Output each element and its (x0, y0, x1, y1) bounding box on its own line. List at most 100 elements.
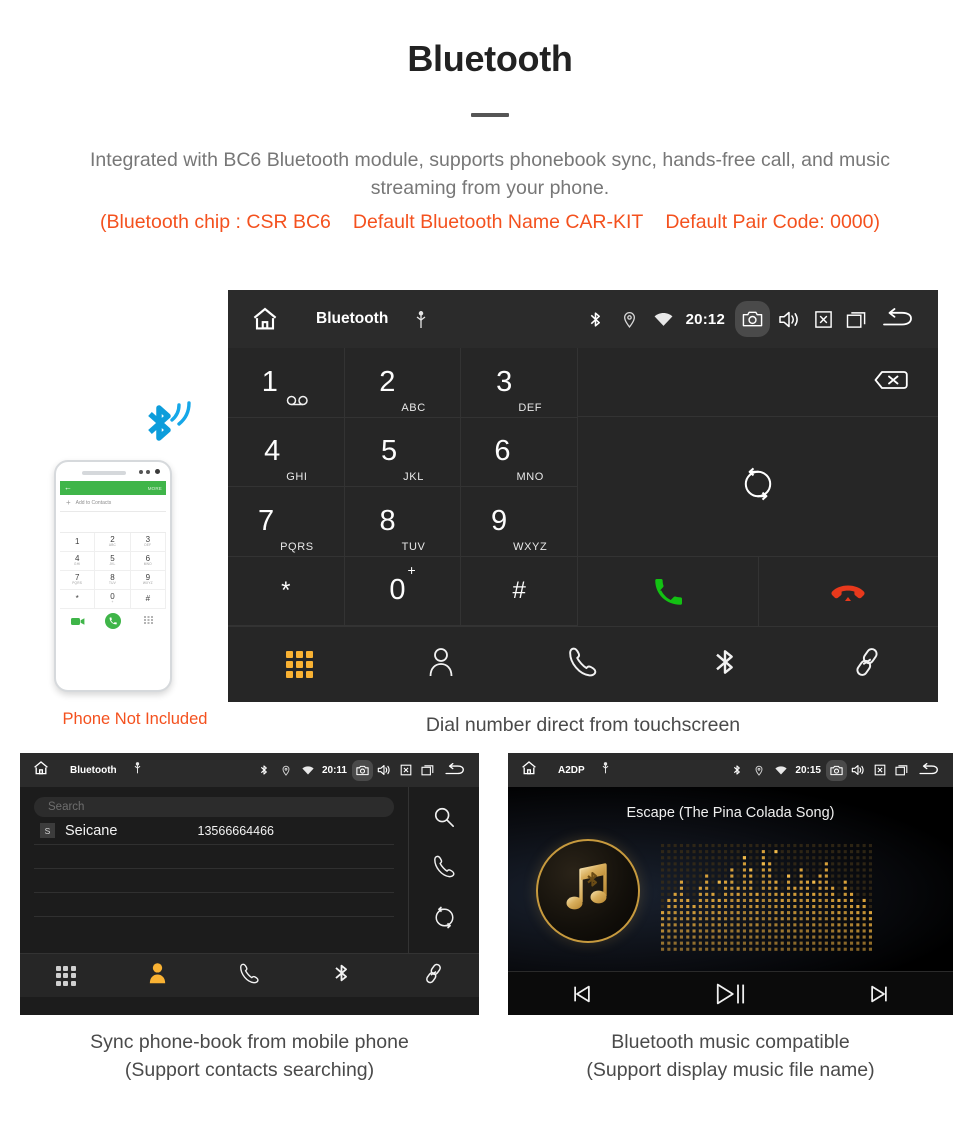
search-input[interactable]: Search (34, 797, 394, 817)
close-box-icon[interactable] (869, 764, 891, 776)
key-7[interactable]: 7 PQRS (228, 487, 345, 557)
nav-call-log[interactable] (204, 963, 296, 989)
key-9[interactable]: 9 WXYZ (461, 487, 578, 557)
camera-icon[interactable] (826, 759, 847, 781)
speaker-volume-icon[interactable] (373, 764, 395, 776)
key-digit: 3 (496, 365, 513, 398)
key-3[interactable]: 3 DEF (461, 348, 578, 418)
key-6[interactable]: 6 MNO (461, 417, 578, 487)
speaker-volume-icon[interactable] (847, 764, 869, 776)
smartphone-mockup: ← MORE + Add to Contacts 1 2 ABC 3 DEF 4 GH… (54, 460, 172, 692)
nav-dialpad[interactable] (20, 965, 112, 986)
phonebook-caption: Sync phone-book from mobile phone (Suppo… (20, 1028, 479, 1085)
backspace-icon[interactable] (862, 367, 908, 398)
phonebook-status-bar: Bluetooth 20:11 (20, 753, 479, 787)
key-digit: 6 (494, 435, 511, 468)
wifi-icon (770, 765, 792, 775)
bluetooth-icon (334, 962, 349, 989)
camera-icon[interactable] (352, 759, 373, 781)
status-time: 20:15 (795, 764, 821, 776)
key-4[interactable]: 4 GHI (228, 417, 345, 487)
back-arrow-icon[interactable] (913, 763, 945, 777)
phone-key: 6 MNO (130, 552, 166, 571)
key-letters: MNO (516, 471, 544, 483)
key-digit: 8 (379, 504, 396, 537)
music-caption-line1: Bluetooth music compatible (611, 1031, 850, 1053)
back-arrow-icon[interactable] (874, 308, 922, 330)
key-8[interactable]: 8 TUV (344, 487, 462, 557)
key-hash[interactable]: # (461, 556, 578, 626)
music-title: A2DP (558, 764, 585, 776)
key-1[interactable]: 1 (228, 348, 345, 418)
phonebook-caption-line1: Sync phone-book from mobile phone (90, 1031, 409, 1053)
contact-name: Seicane (65, 822, 118, 839)
contacts-empty-row (34, 893, 394, 917)
key-star[interactable]: * (228, 556, 345, 626)
contact-person-icon (148, 962, 167, 989)
search-icon[interactable] (433, 806, 455, 833)
spec-default-name: Default Bluetooth Name CAR-KIT (352, 211, 644, 234)
home-icon[interactable] (250, 304, 280, 334)
home-icon[interactable] (32, 759, 50, 782)
title-divider (471, 113, 509, 117)
key-letters: DEF (518, 401, 543, 414)
home-icon[interactable] (520, 759, 538, 782)
phone-keypad: 1 2 ABC 3 DEF 4 GHI 5 JKL 6 MNO 7 PQRS 8 TUV 9W… (60, 533, 166, 609)
contacts-empty-row (34, 869, 394, 893)
wifi-icon (647, 312, 681, 327)
key-5[interactable]: 5 JKL (344, 417, 462, 487)
nav-call-log[interactable] (512, 647, 654, 682)
next-track-button[interactable] (805, 983, 953, 1005)
nav-dialpad[interactable] (228, 651, 370, 678)
phonebook-status-icons: 20:11 (253, 759, 471, 781)
bluetooth-icon (726, 764, 748, 776)
key-0[interactable]: 0 + (344, 556, 462, 626)
nav-contacts[interactable] (370, 647, 512, 682)
music-stage: Escape (The Pina Colada Song) (508, 787, 953, 971)
close-box-icon[interactable] (395, 764, 417, 776)
nav-contacts[interactable] (112, 962, 204, 989)
phone-earpiece (82, 471, 126, 475)
phone-not-included-note: Phone Not Included (62, 710, 208, 728)
table-row[interactable]: S Seicane 13566664466 (34, 817, 394, 845)
phone-key: 2 ABC (95, 533, 131, 552)
nav-bluetooth[interactable] (654, 646, 796, 683)
key-digit: # (512, 576, 526, 604)
nav-link[interactable] (796, 647, 938, 682)
dialer-status-bar: Bluetooth 20:12 (228, 290, 938, 348)
sync-row (578, 417, 938, 557)
music-status-icons: 20:15 (726, 759, 945, 781)
dialpad-icon (285, 651, 313, 678)
spec-pair-code: Default Pair Code: 0000) (665, 211, 880, 234)
recent-apps-icon[interactable] (891, 764, 913, 776)
key-letters: TUV (401, 540, 426, 553)
key-digit: 4 (264, 435, 281, 468)
nav-link[interactable] (387, 963, 479, 989)
sync-refresh-icon[interactable] (741, 467, 775, 506)
play-pause-button[interactable] (656, 981, 804, 1007)
call-answer-button[interactable] (578, 557, 759, 626)
dial-keypad: 1 2 ABC 3 DEF 4 GHI 5 JKL 6 MNO 7 PQRS 8… (228, 348, 578, 626)
phone-number-field (60, 512, 166, 533)
recent-apps-icon[interactable] (840, 310, 874, 329)
usb-icon (133, 761, 142, 779)
close-box-icon[interactable] (806, 310, 840, 329)
voicemail-icon (286, 393, 310, 417)
phone-handset-icon[interactable] (433, 855, 455, 883)
call-end-button[interactable] (759, 557, 939, 626)
back-arrow-icon[interactable] (439, 763, 471, 777)
dialer-right-panel (578, 348, 938, 626)
phone-key: # (130, 590, 166, 609)
key-digit: 9 (490, 504, 508, 537)
camera-icon[interactable] (735, 301, 770, 337)
key-2[interactable]: 2 ABC (344, 348, 462, 418)
speaker-volume-icon[interactable] (772, 310, 806, 329)
previous-track-button[interactable] (508, 983, 656, 1005)
phone-handset-icon (240, 963, 259, 989)
recent-apps-icon[interactable] (417, 764, 439, 776)
phone-key: 3 DEF (130, 533, 166, 552)
sync-refresh-icon[interactable] (433, 906, 456, 934)
spec-line: (Bluetooth chip : CSR BC6 Default Bluetoo… (0, 211, 980, 234)
nav-bluetooth[interactable] (295, 962, 387, 989)
key-letters: WXYZ (513, 540, 548, 553)
